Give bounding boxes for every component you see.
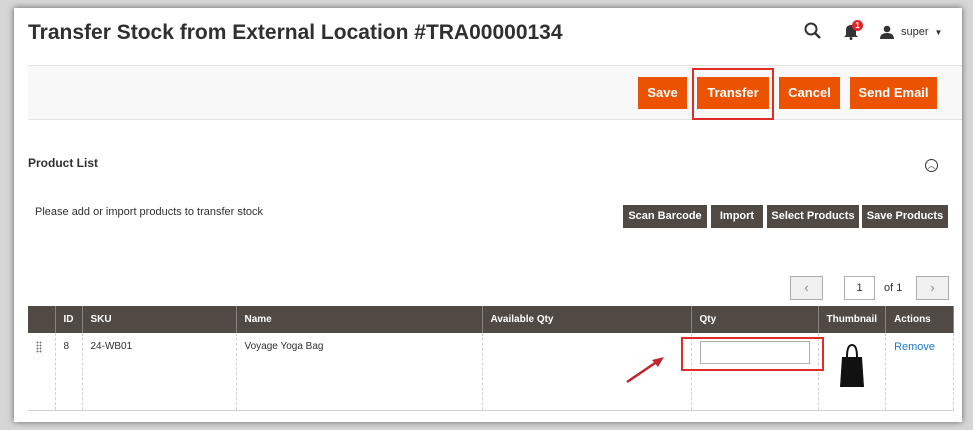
page-title: Transfer Stock from External Location #T… bbox=[28, 21, 563, 44]
column-header-qty[interactable]: Qty bbox=[691, 306, 819, 333]
product-thumbnail-bag-image bbox=[839, 343, 864, 387]
column-header-actions: Actions bbox=[885, 306, 955, 333]
cancel-button[interactable]: Cancel bbox=[779, 77, 840, 109]
save-products-button[interactable]: Save Products bbox=[862, 205, 948, 228]
column-header-name[interactable]: Name bbox=[236, 306, 483, 333]
search-icon[interactable] bbox=[804, 22, 824, 42]
column-header-thumbnail: Thumbnail bbox=[818, 306, 887, 333]
remove-link[interactable]: Remove bbox=[894, 341, 935, 353]
cell-sku: 24-WB01 bbox=[82, 333, 237, 411]
scan-barcode-button[interactable]: Scan Barcode bbox=[623, 205, 707, 228]
qty-highlight-box bbox=[681, 337, 824, 371]
user-icon bbox=[880, 25, 894, 39]
send-email-button[interactable]: Send Email bbox=[850, 77, 937, 109]
column-header-available-qty[interactable]: Available Qty bbox=[482, 306, 692, 333]
cell-actions: Remove bbox=[885, 333, 955, 411]
user-name: super bbox=[901, 26, 929, 38]
annotation-arrow-icon bbox=[626, 357, 664, 384]
column-header-sku[interactable]: SKU bbox=[82, 306, 237, 333]
product-list-hint: Please add or import products to transfe… bbox=[35, 206, 264, 218]
select-products-button[interactable]: Select Products bbox=[767, 205, 859, 228]
header-icons: 1 super ▼ bbox=[804, 20, 942, 42]
cell-id: 8 bbox=[55, 333, 83, 411]
cell-thumbnail bbox=[818, 333, 887, 411]
page-count-label: of 1 bbox=[884, 282, 903, 294]
column-header-drag bbox=[28, 306, 56, 333]
grid-header-row: ID SKU Name Available Qty Qty Thumbnail … bbox=[28, 306, 955, 333]
import-button[interactable]: Import bbox=[711, 205, 763, 228]
product-list-title: Product List bbox=[28, 156, 99, 170]
previous-page-button[interactable]: ‹ bbox=[790, 276, 823, 300]
page-frame: Transfer Stock from External Location #T… bbox=[14, 8, 962, 422]
save-button[interactable]: Save bbox=[638, 77, 687, 109]
drag-handle-icon[interactable] bbox=[36, 341, 42, 353]
column-header-id[interactable]: ID bbox=[55, 306, 83, 333]
notification-count-badge: 1 bbox=[852, 20, 863, 31]
user-menu[interactable]: super ▼ bbox=[880, 25, 942, 39]
drag-cell bbox=[28, 333, 56, 411]
chevron-down-icon: ▼ bbox=[934, 27, 943, 37]
notifications-bell-icon[interactable]: 1 bbox=[842, 20, 863, 42]
next-page-button[interactable]: › bbox=[916, 276, 949, 300]
transfer-highlight-box bbox=[692, 68, 774, 120]
cell-name: Voyage Yoga Bag bbox=[236, 333, 483, 411]
collapse-icon[interactable]: ︿ bbox=[925, 159, 938, 172]
page-number-input[interactable]: 1 bbox=[844, 276, 875, 300]
